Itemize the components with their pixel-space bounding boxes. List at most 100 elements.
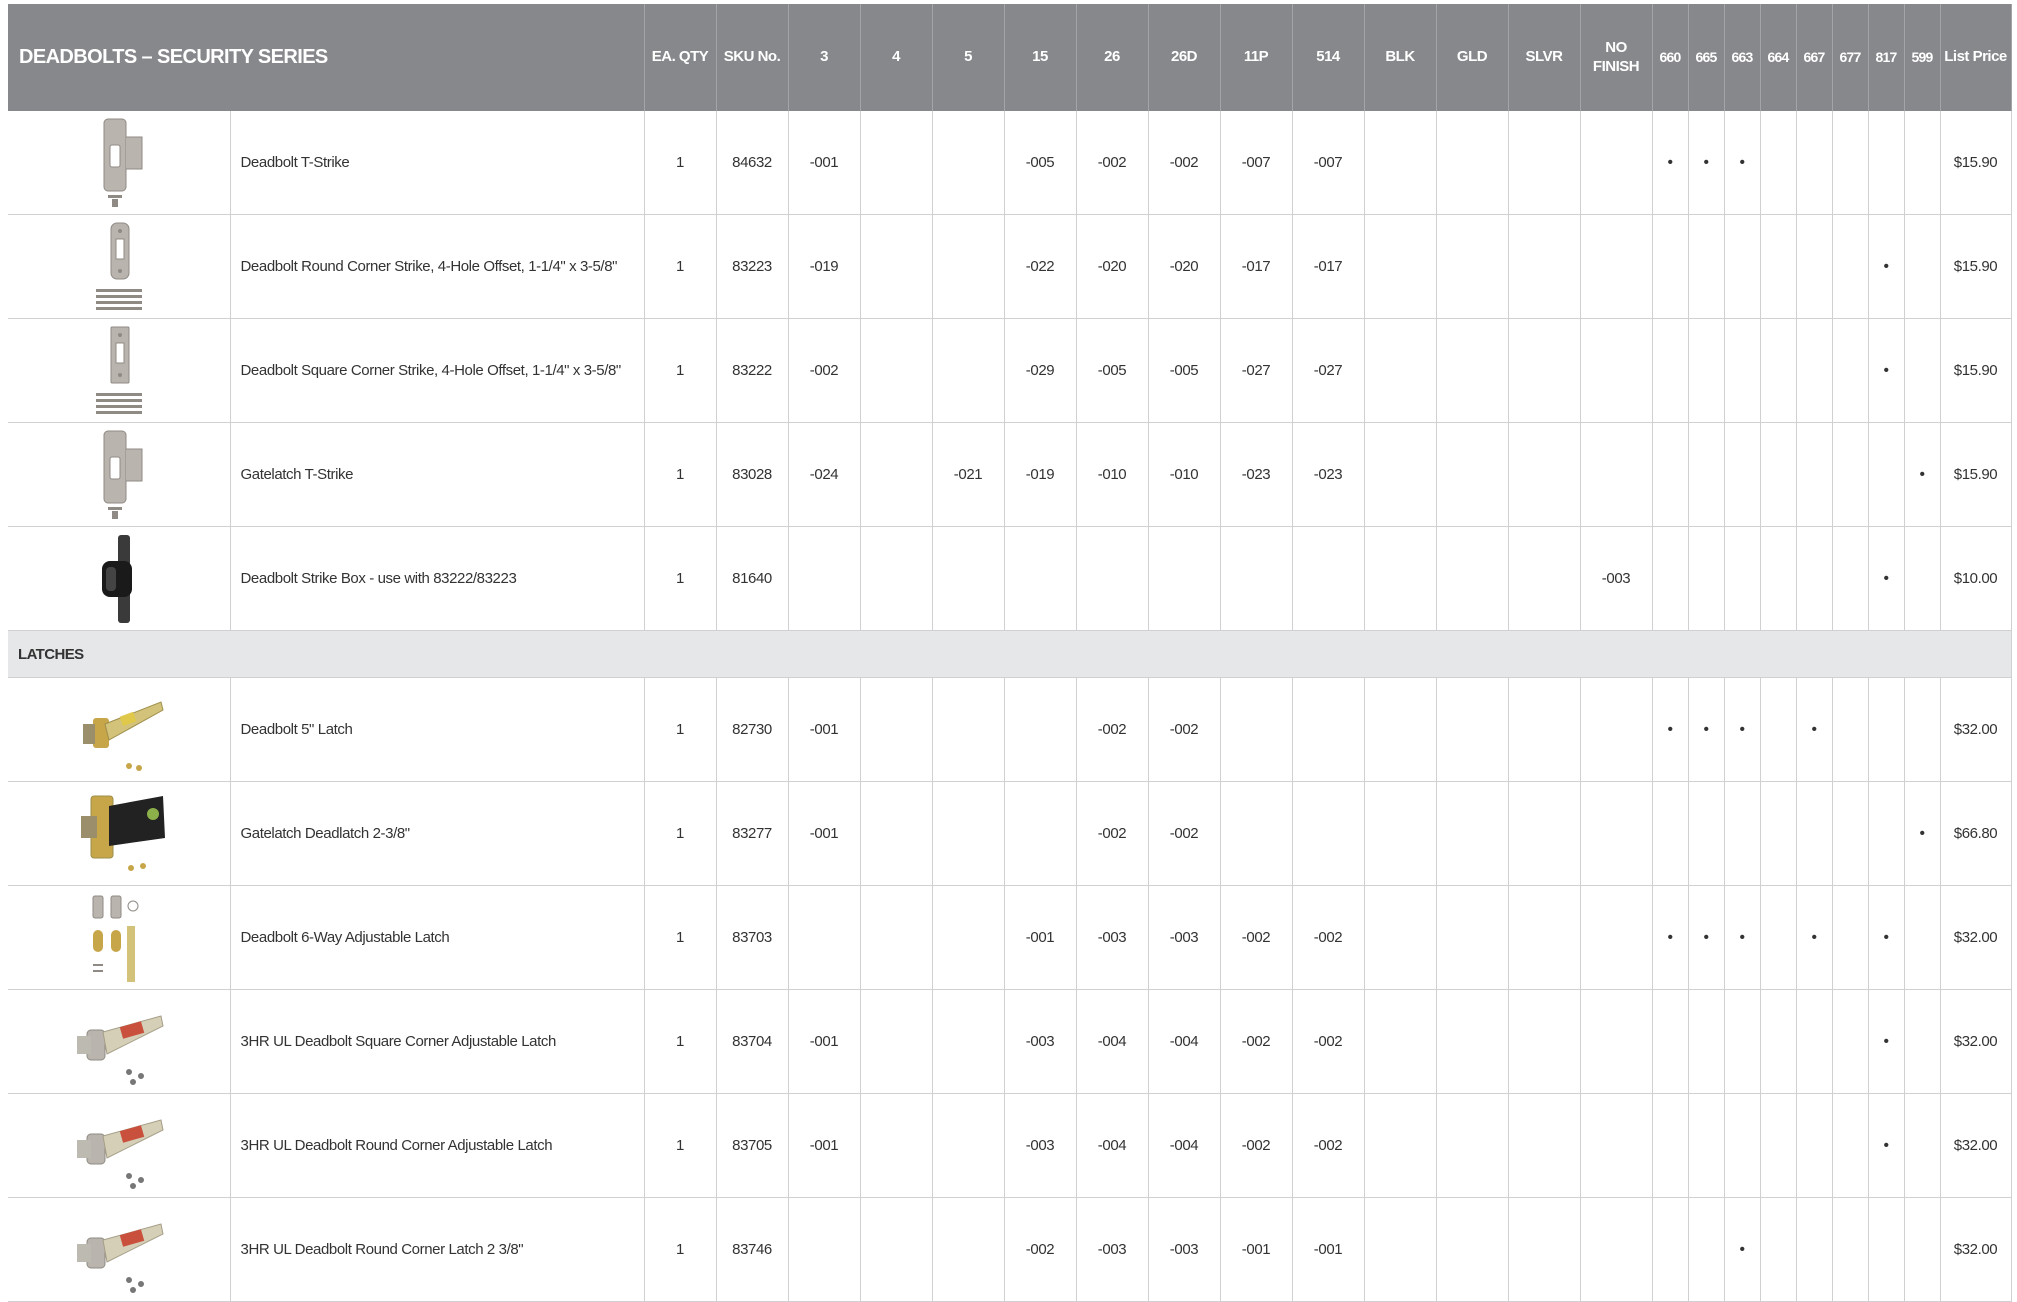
availability-dot: • [1904, 422, 1941, 527]
finish-code-cell: -003 [1004, 989, 1077, 1094]
column-header: 5 [932, 4, 1005, 111]
finish-code-cell: -002 [1148, 781, 1221, 886]
finish-code-cell [1436, 526, 1509, 631]
product-image [8, 781, 231, 886]
table-row: Deadbolt 5" Latch 1 82730 -001 -002 -002 • • • • $… [8, 677, 2012, 782]
price-cell: $32.00 [1940, 677, 2012, 782]
finish-code-cell [1580, 677, 1653, 782]
availability-dot [1796, 1093, 1833, 1198]
price-cell: $32.00 [1940, 989, 2012, 1094]
availability-dot [1904, 111, 1941, 215]
finish-code-cell [1508, 422, 1581, 527]
finish-code-cell [1508, 1093, 1581, 1198]
finish-code-cell [860, 526, 933, 631]
availability-dot [1652, 1197, 1689, 1302]
availability-dot [1652, 1093, 1689, 1198]
availability-dot [1796, 781, 1833, 886]
finish-code-cell: -027 [1292, 318, 1365, 423]
availability-dot [1868, 1197, 1905, 1302]
availability-dot [1760, 885, 1797, 990]
availability-dot [1688, 989, 1725, 1094]
sku-cell: 84632 [716, 111, 789, 215]
finish-code-cell [1148, 526, 1221, 631]
availability-dot [1904, 1197, 1941, 1302]
availability-dot [1652, 781, 1689, 886]
column-header: 664 [1760, 4, 1797, 111]
finish-code-cell: -020 [1148, 214, 1221, 319]
product-name: Deadbolt T-Strike [230, 111, 645, 215]
finish-code-cell [1508, 526, 1581, 631]
column-header: 817 [1868, 4, 1905, 111]
finish-code-cell [1004, 677, 1077, 782]
finish-code-cell [1364, 989, 1437, 1094]
availability-dot: • [1652, 111, 1689, 215]
finish-code-cell [1580, 318, 1653, 423]
finish-code-cell: -029 [1004, 318, 1077, 423]
finish-code-cell: -002 [788, 318, 861, 423]
availability-dot [1832, 989, 1869, 1094]
availability-dot [1904, 677, 1941, 782]
table-row: 3HR UL Deadbolt Square Corner Adjustable… [8, 989, 2012, 1094]
availability-dot [1868, 111, 1905, 215]
adjustable-latch-kit-icon [8, 890, 229, 986]
price-cell: $10.00 [1940, 526, 2012, 631]
finish-code-cell [1364, 318, 1437, 423]
column-header: 665 [1688, 4, 1725, 111]
availability-dot [1904, 214, 1941, 319]
availability-dot [1868, 781, 1905, 886]
availability-dot: • [1796, 677, 1833, 782]
availability-dot [1832, 1093, 1869, 1198]
product-image [8, 422, 231, 527]
finish-code-cell [1364, 1197, 1437, 1302]
column-header: 599 [1904, 4, 1941, 111]
sku-cell: 83704 [716, 989, 789, 1094]
finish-code-cell [1004, 781, 1077, 886]
finish-code-cell [932, 677, 1005, 782]
finish-code-cell: -001 [1292, 1197, 1365, 1302]
qty-cell: 1 [644, 1093, 717, 1198]
price-cell: $15.90 [1940, 318, 2012, 423]
availability-dot: • [1868, 214, 1905, 319]
availability-dot: • [1868, 1093, 1905, 1198]
finish-code-cell [1436, 318, 1509, 423]
section-row: LATCHES [8, 630, 2012, 678]
availability-dot [1904, 318, 1941, 423]
finish-code-cell [1508, 111, 1581, 215]
product-name: Deadbolt Square Corner Strike, 4-Hole Of… [230, 318, 645, 423]
finish-code-cell: -002 [1220, 989, 1293, 1094]
finish-code-cell [860, 781, 933, 886]
availability-dot [1652, 526, 1689, 631]
finish-code-cell: -005 [1004, 111, 1077, 215]
finish-code-cell [932, 526, 1005, 631]
finish-code-cell [1580, 1197, 1653, 1302]
product-image [8, 1093, 231, 1198]
product-name: 3HR UL Deadbolt Round Corner Adjustable … [230, 1093, 645, 1198]
availability-dot: • [1688, 677, 1725, 782]
availability-dot [1760, 526, 1797, 631]
finish-code-cell [1292, 526, 1365, 631]
finish-code-cell [1364, 422, 1437, 527]
product-image [8, 885, 231, 990]
availability-dot [1904, 989, 1941, 1094]
product-name: Deadbolt 5" Latch [230, 677, 645, 782]
strike-box-icon [8, 531, 229, 627]
product-name: 3HR UL Deadbolt Round Corner Latch 2 3/8… [230, 1197, 645, 1302]
qty-cell: 1 [644, 989, 717, 1094]
finish-code-cell: -001 [788, 989, 861, 1094]
finish-code-cell [932, 214, 1005, 319]
finish-code-cell: -027 [1220, 318, 1293, 423]
sku-cell: 82730 [716, 677, 789, 782]
product-name: Gatelatch Deadlatch 2-3/8" [230, 781, 645, 886]
column-header: 26D [1148, 4, 1221, 111]
price-cell: $32.00 [1940, 885, 2012, 990]
finish-code-cell: -001 [788, 781, 861, 886]
column-header: 11P [1220, 4, 1293, 111]
finish-code-cell: -017 [1220, 214, 1293, 319]
finish-code-cell: -010 [1076, 422, 1149, 527]
availability-dot [1760, 1093, 1797, 1198]
availability-dot: • [1724, 111, 1761, 215]
finish-code-cell [1508, 677, 1581, 782]
finish-code-cell: -003 [1148, 885, 1221, 990]
availability-dot [1688, 781, 1725, 886]
finish-code-cell [860, 989, 933, 1094]
